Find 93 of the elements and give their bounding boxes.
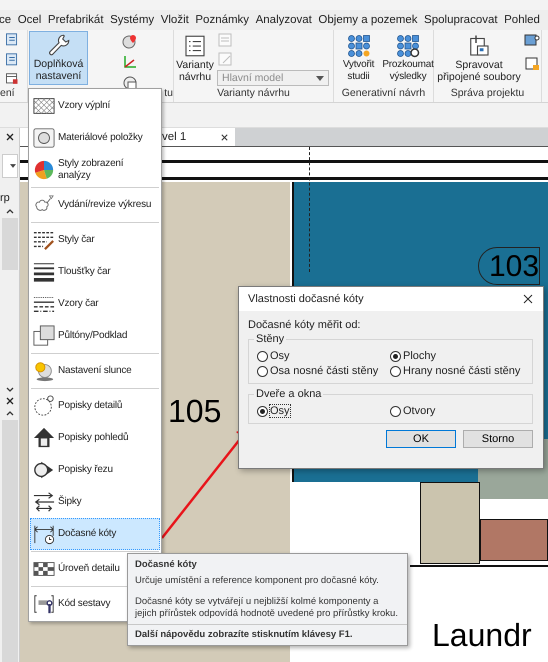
detail-callout-icon (33, 395, 55, 417)
pie-chart-icon (33, 159, 55, 181)
room-tag: Laundr (432, 619, 532, 651)
close-icon[interactable] (4, 396, 14, 406)
radio-option[interactable]: Osy (257, 350, 390, 362)
dropdown-value: Hlavní model (222, 72, 284, 84)
room-tag: 103 (478, 247, 540, 285)
ribbon-tab[interactable]: Systémy (110, 14, 154, 26)
radio-option[interactable]: Osa nosné části stěny (257, 365, 390, 377)
menu-item[interactable]: Tloušťky čar (30, 256, 160, 288)
ribbon-tab[interactable]: Pohled (504, 14, 540, 26)
dialog-button[interactable]: Storno (463, 430, 533, 448)
radio-option[interactable]: Osy (257, 405, 390, 417)
room-tag: 105 (168, 395, 222, 427)
ribbon-group-label: Generativní návrh (340, 86, 426, 101)
dialog-title: Vlastnosti dočasné kóty (248, 293, 364, 305)
menu-item[interactable]: Popisky detailů (30, 390, 160, 422)
dialog-prompt: Dočasné kóty měřit od: (248, 319, 362, 331)
option-group-title: Stěny (254, 333, 286, 345)
calendar-icon[interactable] (4, 71, 20, 86)
arrows-icon (33, 491, 55, 513)
dimension-icon (33, 523, 55, 545)
overlapping-squares-icon (33, 325, 55, 347)
radio-button[interactable] (390, 366, 401, 376)
menu-item[interactable]: Materiálové položky (30, 122, 160, 154)
ribbon-group-label: tu (163, 86, 173, 101)
image-icon[interactable] (524, 32, 540, 48)
menu-item[interactable]: Popisky pohledů (30, 422, 160, 454)
ribbon-tab[interactable]: Vložit (160, 14, 189, 26)
ribbon-tab[interactable]: Poznámky (195, 14, 250, 26)
edit-list-icon (217, 51, 233, 67)
menu-item[interactable]: Vzory čar (30, 288, 160, 320)
radio-button[interactable] (390, 406, 401, 416)
menu-item[interactable]: Půltóny/Podklad (30, 320, 160, 352)
radio-button[interactable] (390, 350, 401, 362)
dot-grid-icon (346, 34, 370, 58)
sheet-icon[interactable] (4, 52, 20, 66)
radio-option[interactable]: Hrany nosné části stěny (390, 365, 526, 377)
ribbon-group-label: Varianty návrhu (216, 86, 291, 101)
palette-label: rp (0, 192, 10, 204)
radio-button[interactable] (257, 366, 268, 376)
close-icon[interactable] (220, 132, 230, 142)
menu-item[interactable]: Styly čar (30, 224, 160, 256)
manage-links-button[interactable]: Spravovat připojené soubory (434, 32, 524, 85)
ribbon-tab[interactable]: Objemy a pozemek (318, 14, 418, 26)
ribbon-group-label: ení (0, 86, 16, 101)
elevation-marker-icon (33, 427, 55, 449)
bracket-wrench-icon (33, 593, 55, 615)
radio-option[interactable]: Otvory (390, 405, 526, 417)
tooltip-footer: Další nápovědu zobrazíte stisknutím klávesy F1. (135, 629, 401, 641)
hatch-pattern-icon (33, 95, 55, 117)
ribbon-tab[interactable]: Ocel (18, 14, 42, 26)
ribbon-group-label: Správa projektu (450, 86, 526, 101)
menu-item[interactable]: Styly zobrazení analýzy (30, 154, 160, 186)
line-styles-icon (33, 229, 55, 251)
dialog-button[interactable]: OK (386, 430, 456, 448)
list-icon (183, 34, 207, 58)
caret-icon (10, 164, 16, 168)
design-options-button[interactable]: Varianty návrhu (175, 32, 215, 85)
location-pin-icon[interactable] (122, 33, 138, 49)
ribbon-tab[interactable]: Prefabrikát (48, 14, 104, 26)
close-icon[interactable] (4, 132, 14, 142)
tooltip-text: Dočasné kóty se vytvářejí u nejbližší kolmé komponenty a jejich přírůstek odpovídá hodnotě uvedené pro přírůstky kroku. (135, 596, 399, 620)
menu-item[interactable]: Šipky (30, 486, 160, 518)
view-tab-title: vel 1 (162, 131, 186, 143)
menu-item[interactable]: Vydání/revize výkresu (30, 189, 160, 221)
menu-item[interactable]: Nastavení slunce (30, 355, 160, 387)
section-marker-icon (33, 459, 55, 481)
wrench-icon (46, 33, 70, 57)
sheet-icon[interactable] (4, 32, 20, 47)
generative-design-button[interactable]: Prozkoumat výsledky (383, 32, 433, 85)
globe-icon[interactable] (122, 75, 138, 91)
menu-item[interactable]: Popisky řezu (30, 454, 160, 486)
line-weights-icon (33, 261, 55, 283)
radio-button[interactable] (257, 406, 268, 416)
generative-design-button[interactable]: Vytvořit studii (334, 32, 383, 85)
sun-icon (33, 360, 55, 382)
type-selector[interactable] (2, 154, 18, 178)
dot-grid-icon (396, 34, 420, 58)
additional-settings-button[interactable]: Doplňková nastavení (29, 31, 88, 85)
option-group-title: Dveře a okna (254, 388, 324, 400)
ribbon-tab[interactable]: Spolupracovat (424, 14, 498, 26)
close-icon[interactable] (523, 294, 533, 304)
menu-item[interactable]: Vzory výplní (30, 90, 160, 122)
ribbon-tab[interactable]: Analyzovat (256, 14, 312, 26)
menu-item[interactable]: Dočasné kóty (30, 518, 160, 550)
radio-option[interactable]: Plochy (390, 350, 526, 362)
frame-icon[interactable] (524, 56, 540, 72)
document-clip-icon (467, 34, 491, 58)
radio-button[interactable] (257, 350, 268, 362)
axes-icon[interactable] (122, 54, 138, 70)
caret-icon (316, 76, 324, 80)
list-icon (217, 32, 233, 48)
